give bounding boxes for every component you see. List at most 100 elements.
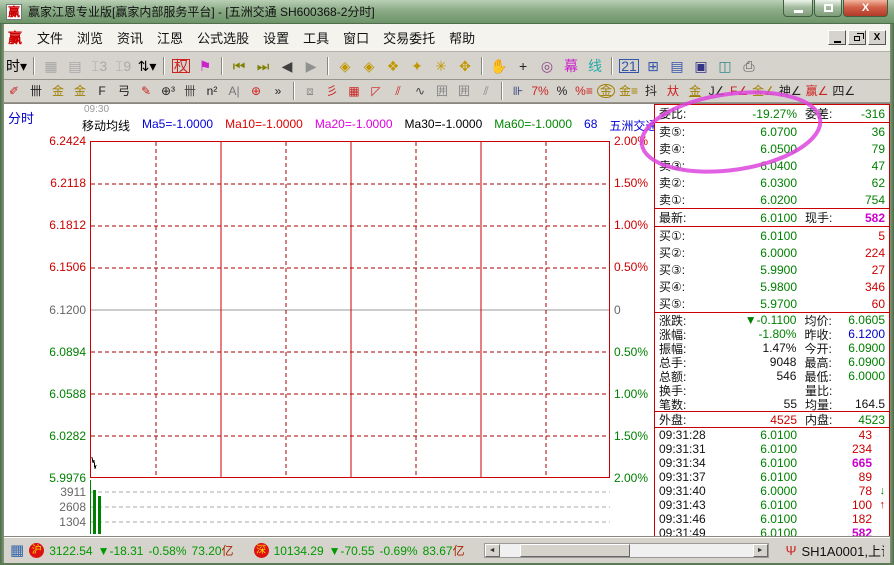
grid-box2-icon[interactable]: 囲 xyxy=(453,82,475,101)
speed-rays-icon[interactable]: 彡 xyxy=(321,82,343,101)
step-back-icon[interactable]: ◀ xyxy=(275,55,299,77)
red-grid-icon[interactable]: ▦ xyxy=(343,82,365,101)
info-note-icon[interactable]: ▤ xyxy=(63,55,87,77)
menu-item[interactable]: 资讯 xyxy=(110,25,150,50)
period-dropdown-icon[interactable]: 时▾ xyxy=(4,55,29,77)
goto-last-icon[interactable]: ⏭ xyxy=(251,55,275,77)
scroll-right-button[interactable]: ► xyxy=(753,544,768,557)
candle-dropdown-icon[interactable]: ⇅▾ xyxy=(135,55,159,77)
stat-value2: 164.5 xyxy=(849,397,885,411)
j-angle-icon[interactable]: J∠ xyxy=(706,82,728,101)
zoom-icon[interactable]: ◎ xyxy=(535,55,559,77)
print-icon[interactable]: ⎙ xyxy=(737,55,761,77)
measure-list-icon[interactable]: ⊪ xyxy=(507,82,529,101)
menu-item[interactable]: 文件 xyxy=(30,25,70,50)
curtain-icon[interactable]: 幕 xyxy=(559,55,583,77)
lines-icon[interactable]: 线 xyxy=(583,55,607,77)
menu-item[interactable]: 交易委托 xyxy=(376,25,442,50)
pen-chart-icon[interactable]: ✎ xyxy=(135,82,157,101)
f-angle-icon[interactable]: F∠ xyxy=(728,82,750,101)
diamond-star-icon[interactable]: ✳ xyxy=(429,55,453,77)
spiral-tool-icon[interactable]: 弓 xyxy=(113,82,135,101)
sell-label: 卖④: xyxy=(659,140,705,157)
shaded-box-icon[interactable]: ◸ xyxy=(365,82,387,101)
maximize-button[interactable] xyxy=(814,0,842,17)
menu-item[interactable]: 设置 xyxy=(256,25,296,50)
gold-pyramid2-icon[interactable]: 金 xyxy=(69,82,91,101)
menu-item[interactable]: 江恩 xyxy=(150,25,190,50)
brush-tool-icon[interactable]: ✐ xyxy=(3,82,25,101)
quote-list-icon[interactable]: ▤ xyxy=(665,55,689,77)
andrews-fork-icon[interactable]: A| xyxy=(223,82,245,101)
main-toolbar: 时▾▦▤⌶3⌶9⇅▾权⚑⏮⏭◀▶◈◈❖✦✳✥✋+◎幕线21⊞▤▣◫⎙ xyxy=(0,52,894,80)
bars-9min-icon[interactable]: ⌶9 xyxy=(111,55,135,77)
menu-item[interactable]: 公式选股 xyxy=(190,25,256,50)
quote-table-icon[interactable]: ▦ xyxy=(10,543,24,558)
volume-chart-canvas[interactable] xyxy=(90,480,610,534)
scroll-left-button[interactable]: ◄ xyxy=(485,544,500,557)
tick-row: 09:31:28 6.0100 43 xyxy=(655,428,889,442)
parallel-lines-icon[interactable]: ⫽ xyxy=(387,82,409,101)
menu-item[interactable]: 窗口 xyxy=(336,25,376,50)
calendar-icon[interactable]: 21 xyxy=(617,55,641,77)
percent7-icon[interactable]: 7% xyxy=(529,82,551,101)
si-angle-icon[interactable]: 四∠ xyxy=(830,82,857,101)
mdi-minimize-button[interactable] xyxy=(828,30,846,45)
close-button[interactable]: X xyxy=(843,0,888,17)
mdi-close-button[interactable]: X xyxy=(868,30,886,45)
calculator-icon[interactable]: ⊞ xyxy=(641,55,665,77)
ma-label: Ma60=-1.0000 xyxy=(494,117,572,134)
bars-3min-icon[interactable]: ⌶3 xyxy=(87,55,111,77)
gold-lines-icon[interactable]: 金≡ xyxy=(617,82,640,101)
shen-angle-icon[interactable]: 神∠ xyxy=(777,82,804,101)
wave-tool-icon[interactable]: ∿ xyxy=(409,82,431,101)
dense-grid-icon[interactable]: 卌 xyxy=(179,82,201,101)
overlay-chart-icon[interactable]: ▦ xyxy=(39,55,63,77)
percent-icon[interactable]: % xyxy=(551,82,573,101)
gann-grid-icon[interactable]: 卌 xyxy=(25,82,47,101)
menu-item[interactable]: 帮助 xyxy=(442,25,482,50)
box-select-icon[interactable]: ⧈ xyxy=(299,82,321,101)
restore-rights-icon[interactable]: 权 xyxy=(169,55,193,77)
percent-lines-icon[interactable]: %≡ xyxy=(573,82,595,101)
minimize-button[interactable] xyxy=(783,0,813,17)
diamond-arrow-both-icon[interactable]: ❖ xyxy=(381,55,405,77)
mdi-restore-button[interactable] xyxy=(848,30,866,45)
gold-angle-icon[interactable]: 金∠ xyxy=(750,82,777,101)
price-chart-canvas[interactable] xyxy=(90,141,610,478)
circle-cross-icon[interactable]: ⊕ xyxy=(245,82,267,101)
hatch-lines-icon[interactable]: ⫽ xyxy=(475,82,497,101)
indicator-flag-icon[interactable]: ⚑ xyxy=(193,55,217,77)
buy-volume: 60 xyxy=(797,297,885,311)
grid-box-icon[interactable]: 囲 xyxy=(431,82,453,101)
percent-axis-label: 2.00% xyxy=(614,135,654,147)
ying-angle-icon[interactable]: 赢∠ xyxy=(804,82,831,101)
pan-hand-icon[interactable]: ✋ xyxy=(487,55,511,77)
sz-amount: 83.67亿 xyxy=(423,542,465,559)
percent-axis-label: 2.00% xyxy=(614,472,654,484)
diamond-cross-icon[interactable]: ✦ xyxy=(405,55,429,77)
flag-pen-icon[interactable]: 抖 xyxy=(640,82,662,101)
horizontal-scrollbar[interactable]: ◄ ► xyxy=(484,543,769,558)
menu-item[interactable]: 工具 xyxy=(296,25,336,50)
step-forward-icon[interactable]: ▶ xyxy=(299,55,323,77)
diamond-arrow-left-icon[interactable]: ◈ xyxy=(333,55,357,77)
network-icon[interactable]: ◫ xyxy=(713,55,737,77)
menu-item[interactable]: 浏览 xyxy=(70,25,110,50)
diamond-arrow-right-icon[interactable]: ◈ xyxy=(357,55,381,77)
f-ruler-icon[interactable]: F xyxy=(91,82,113,101)
minimize-icon xyxy=(794,10,803,13)
grid-box-icon-glyph: 囲 xyxy=(436,85,448,97)
gold-underline-icon[interactable]: 金 xyxy=(684,82,706,101)
save-icon[interactable]: ▣ xyxy=(689,55,713,77)
n-square-icon[interactable]: n² xyxy=(201,82,223,101)
gold-pyramid-icon[interactable]: 金 xyxy=(47,82,69,101)
more-tools-icon[interactable]: » xyxy=(267,82,289,101)
k-compare-icon[interactable]: 夶 xyxy=(662,82,684,101)
crosshair-icon[interactable]: + xyxy=(511,55,535,77)
goto-first-icon[interactable]: ⏮ xyxy=(227,55,251,77)
scroll-thumb[interactable] xyxy=(520,544,630,557)
circle-cycle-icon[interactable]: ⊕³ xyxy=(157,82,179,101)
gold-circle-icon[interactable]: 金 xyxy=(595,82,617,101)
diamond-compass-icon[interactable]: ✥ xyxy=(453,55,477,77)
